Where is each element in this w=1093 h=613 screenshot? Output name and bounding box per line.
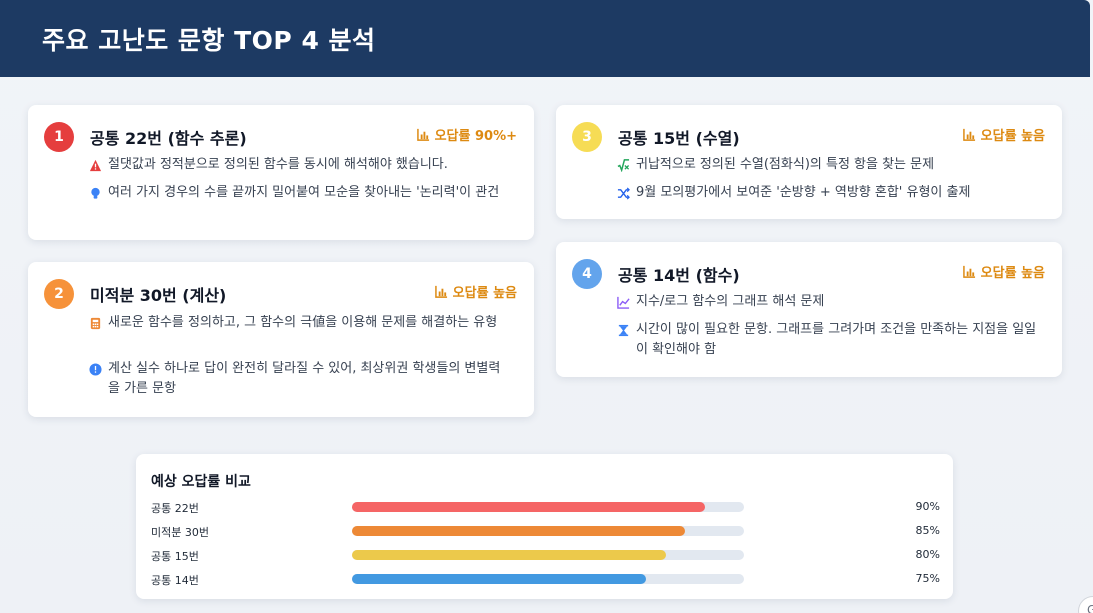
lightbulb-icon	[88, 183, 102, 203]
line-chart-icon	[616, 292, 630, 312]
error-rate-text: 오답률 90%+	[434, 129, 517, 144]
comparison-bar-track	[352, 574, 744, 584]
comparison-row-value: 75%	[915, 572, 940, 585]
error-rate-text: 오답률 높음	[980, 129, 1045, 144]
card-point-text: 절댓값과 정적분으로 정의된 함수를 동시에 해석해야 했습니다.	[108, 157, 448, 172]
rank-card-1: 1 공통 22번 (함수 추론) 오답률 90%+ 절댓값과 정적분으로 정의된…	[28, 105, 534, 240]
card-title: 공통 14번 (함수)	[618, 266, 740, 285]
error-rate-text: 오답률 높음	[980, 266, 1045, 281]
comparison-bar-track	[352, 502, 744, 512]
error-rate-label: 오답률 높음	[434, 282, 517, 301]
card-point: 새로운 함수를 정의하고, 그 함수의 극値을 이용해 문제를 해결하는 유형	[88, 313, 508, 333]
rank-badge: 1	[44, 122, 74, 152]
rank-badge: 3	[572, 122, 602, 152]
hourglass-icon	[616, 320, 630, 340]
comparison-row-value: 90%	[915, 500, 940, 513]
calculator-icon	[88, 313, 102, 333]
rank-card-2: 2 미적분 30번 (계산) 오답률 높음 새로운 함수를 정의하고, 그 함수…	[28, 262, 534, 417]
page-header: 주요 고난도 문항 TOP 4 분석	[0, 0, 1090, 77]
comparison-bar-fill	[352, 550, 666, 560]
card-point: 귀납적으로 정의된 수열(점화식)의 특정 항을 찾는 문제	[616, 155, 1046, 175]
card-point-text: 귀납적으로 정의된 수열(점화식)의 특정 항을 찾는 문제	[636, 157, 935, 172]
bar-chart-icon	[416, 128, 429, 141]
card-point: 시간이 많이 필요한 문항. 그래프를 그려가며 조건을 만족하는 지점을 일일…	[616, 320, 1046, 360]
comparison-bar-track	[352, 526, 744, 536]
card-point-text: 지수/로그 함수의 그래프 해석 문제	[636, 294, 825, 309]
comparison-bar-fill	[352, 526, 686, 536]
page-title: 주요 고난도 문항 TOP 4 분석	[42, 25, 376, 55]
card-point-text: 시간이 많이 필요한 문항. 그래프를 그려가며 조건을 만족하는 지점을 일일…	[636, 322, 1037, 357]
floating-action-button[interactable]: G	[1078, 596, 1093, 613]
comparison-bar-track	[352, 550, 744, 560]
card-title: 공통 15번 (수열)	[618, 129, 740, 148]
comparison-row-value: 85%	[915, 524, 940, 537]
comparison-row-label: 공통 22번	[151, 502, 199, 515]
card-point: 계산 실수 하나로 답이 완전히 달라질 수 있어, 최상위권 학생들의 변별력…	[88, 359, 508, 399]
error-rate-label: 오답률 90%+	[416, 125, 517, 144]
card-point: 9월 모의평가에서 보여준 '순방향 + 역방향 혼합' 유형이 출제	[616, 183, 1046, 203]
comparison-bar-fill	[352, 574, 646, 584]
bar-chart-icon	[962, 265, 975, 278]
rank-card-3: 3 공통 15번 (수열) 오답률 높음 귀납적으로 정의된 수열(점화식)의 …	[556, 105, 1062, 219]
card-point-text: 9월 모의평가에서 보여준 '순방향 + 역방향 혼합' 유형이 출제	[636, 185, 971, 200]
comparison-row-label: 미적분 30번	[151, 526, 209, 539]
square-root-icon	[616, 155, 630, 175]
comparison-row-label: 공통 15번	[151, 550, 199, 563]
card-point-text: 계산 실수 하나로 답이 완전히 달라질 수 있어, 최상위권 학생들의 변별력…	[108, 361, 501, 396]
rank-badge: 2	[44, 279, 74, 309]
comparison-title: 예상 오답률 비교	[151, 474, 251, 490]
card-point-text: 여러 가지 경우의 수를 끝까지 밀어붙여 모순을 찾아내는 '논리력'이 관건	[108, 185, 500, 200]
comparison-row-value: 80%	[915, 548, 940, 561]
bar-chart-icon	[434, 285, 447, 298]
comparison-row-label: 공통 14번	[151, 574, 199, 587]
alert-circle-icon	[88, 359, 102, 379]
shuffle-icon	[616, 183, 630, 203]
comparison-bar-fill	[352, 502, 705, 512]
card-title: 미적분 30번 (계산)	[90, 286, 227, 305]
card-point: 절댓값과 정적분으로 정의된 함수를 동시에 해석해야 했습니다.	[88, 155, 508, 175]
card-point-text: 새로운 함수를 정의하고, 그 함수의 극値을 이용해 문제를 해결하는 유형	[108, 315, 498, 330]
rank-badge: 4	[572, 259, 602, 289]
error-rate-label: 오답률 높음	[962, 262, 1045, 281]
rank-card-4: 4 공통 14번 (함수) 오답률 높음 지수/로그 함수의 그래프 해석 문제…	[556, 242, 1062, 377]
warning-icon	[88, 155, 102, 175]
card-title: 공통 22번 (함수 추론)	[90, 129, 247, 148]
card-point: 지수/로그 함수의 그래프 해석 문제	[616, 292, 1046, 312]
error-rate-comparison: 예상 오답률 비교 공통 22번 90% 미적분 30번 85% 공통 15번 …	[136, 454, 953, 599]
error-rate-label: 오답률 높음	[962, 125, 1045, 144]
card-point: 여러 가지 경우의 수를 끝까지 밀어붙여 모순을 찾아내는 '논리력'이 관건	[88, 183, 508, 203]
error-rate-text: 오답률 높음	[452, 286, 517, 301]
bar-chart-icon	[962, 128, 975, 141]
